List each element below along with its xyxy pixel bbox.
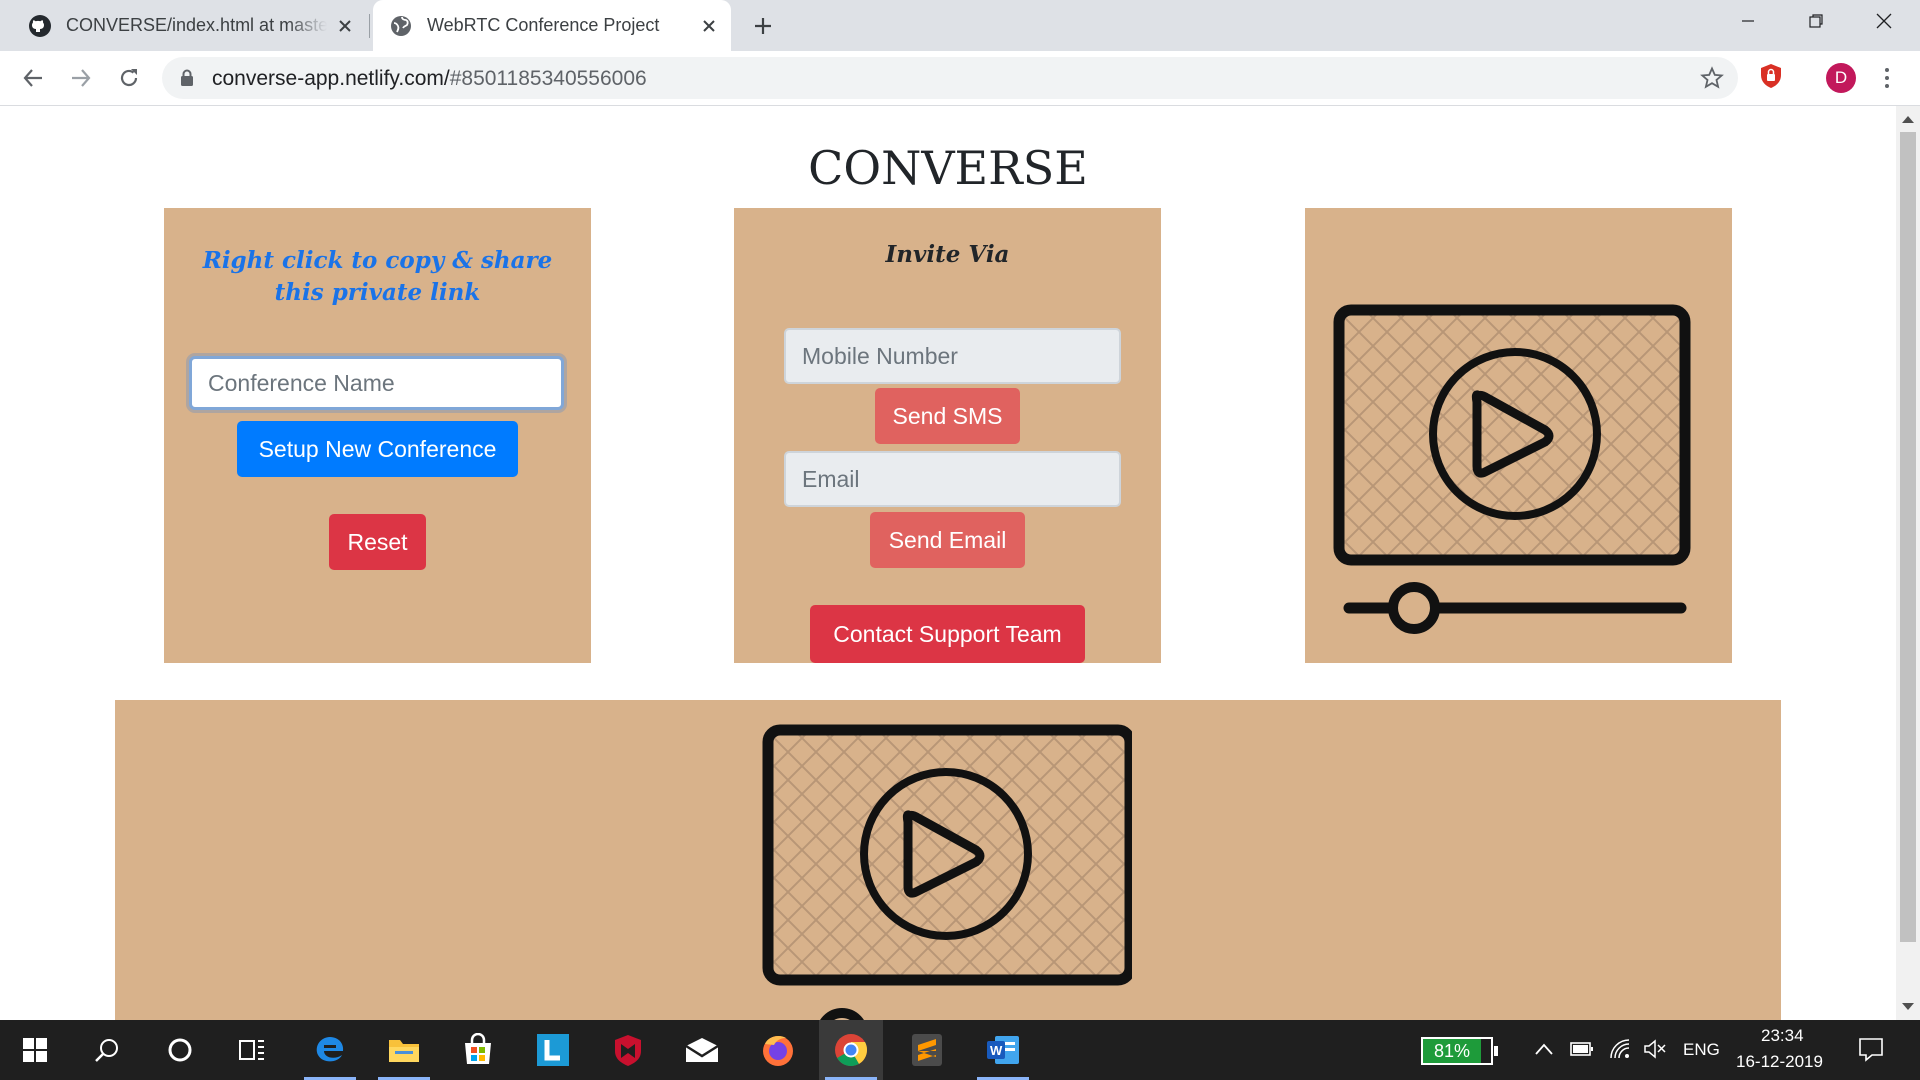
scrollbar-thumb[interactable]: [1900, 132, 1916, 942]
search-icon: [95, 1039, 118, 1062]
page-title: CONVERSE: [808, 141, 1088, 195]
battery-icon[interactable]: [1570, 1041, 1594, 1057]
edge-icon: [316, 1037, 344, 1062]
windows-start-icon: [23, 1038, 47, 1062]
task-view-icon: [239, 1040, 264, 1060]
taskbar-search[interactable]: [75, 1020, 139, 1080]
minimize-icon: [1742, 20, 1754, 22]
profile-avatar[interactable]: D: [1826, 63, 1856, 93]
share-hint-line-2: this private link: [274, 279, 481, 306]
tab-title: CONVERSE/index.html at master: [66, 15, 327, 35]
reset-button[interactable]: Reset: [329, 514, 426, 570]
new-tab-button[interactable]: [746, 9, 780, 43]
browser-menu-icon[interactable]: [1875, 62, 1899, 94]
taskbar-word[interactable]: W: [971, 1020, 1035, 1080]
l-app-icon: [537, 1034, 569, 1066]
mcafee-icon: [615, 1035, 641, 1066]
taskbar-mail[interactable]: [670, 1020, 734, 1080]
battery-percent: 81%: [1423, 1039, 1481, 1063]
address-bar[interactable]: converse-app.netlify.com/#85011853405560…: [162, 57, 1738, 99]
taskbar-l-app[interactable]: [521, 1020, 585, 1080]
microsoft-store-icon: [465, 1033, 491, 1064]
close-window-button[interactable]: [1850, 0, 1918, 42]
reload-icon: [120, 69, 138, 87]
send-email-button[interactable]: Send Email: [870, 512, 1025, 568]
forward-button[interactable]: [60, 57, 102, 99]
invite-panel: Invite Via Send SMS Send Email Contact S…: [734, 208, 1161, 663]
video-player-icon: [762, 724, 1132, 1020]
taskbar-mcafee[interactable]: [596, 1020, 660, 1080]
start-button[interactable]: [3, 1020, 67, 1080]
close-tab-icon[interactable]: [327, 8, 363, 44]
svg-text:W: W: [990, 1043, 1003, 1058]
globe-icon: [391, 15, 411, 36]
scroll-down-icon[interactable]: [1902, 1003, 1914, 1010]
taskbar-chrome[interactable]: [819, 1020, 883, 1080]
word-icon: W: [987, 1036, 1019, 1064]
github-icon: [29, 14, 51, 37]
invite-title: Invite Via: [885, 241, 1010, 268]
tab-github[interactable]: CONVERSE/index.html at master: [12, 0, 367, 51]
mail-icon: [685, 1038, 719, 1062]
taskbar-file-explorer[interactable]: [372, 1020, 436, 1080]
send-sms-button[interactable]: Send SMS: [875, 388, 1020, 444]
clock-date[interactable]: 16-12-2019: [1736, 1052, 1823, 1072]
firefox-icon: [763, 1036, 793, 1066]
scroll-up-icon[interactable]: [1902, 116, 1914, 123]
notification-icon[interactable]: [1858, 1036, 1884, 1062]
url-fragment: #8501185340556006: [449, 67, 647, 90]
arrow-left-icon: [23, 69, 42, 87]
share-link-hint[interactable]: Right click to copy & share this private…: [164, 245, 591, 309]
back-button[interactable]: [12, 57, 54, 99]
tab-webrtc[interactable]: WebRTC Conference Project: [373, 0, 731, 51]
language-indicator[interactable]: ENG: [1683, 1040, 1720, 1060]
chevron-up-icon[interactable]: [1534, 1042, 1554, 1056]
arrow-right-icon: [72, 69, 91, 87]
cortana-icon: [168, 1038, 192, 1062]
contact-support-button[interactable]: Contact Support Team: [810, 605, 1085, 663]
lock-icon: [181, 69, 193, 86]
plus-icon: [755, 18, 771, 34]
close-icon: [1876, 13, 1892, 29]
cortana-button[interactable]: [148, 1020, 212, 1080]
url-text: converse-app.netlify.com/#85011853405560…: [212, 67, 647, 91]
page-scrollbar[interactable]: [1896, 106, 1920, 1020]
taskbar-edge[interactable]: [298, 1020, 362, 1080]
video-player-icon: [1333, 304, 1691, 634]
tab-title: WebRTC Conference Project: [427, 15, 660, 35]
restore-icon: [1809, 14, 1823, 28]
minimize-button[interactable]: [1714, 0, 1782, 42]
taskbar-firefox[interactable]: [746, 1020, 810, 1080]
windows-taskbar: W 81% ENG 23:34 16-12-2019: [0, 1020, 1920, 1080]
url-host: converse-app.netlify.com/: [212, 67, 450, 90]
volume-muted-icon[interactable]: [1643, 1039, 1667, 1059]
email-input[interactable]: [784, 451, 1121, 507]
chrome-icon: [835, 1034, 868, 1067]
restore-button[interactable]: [1782, 0, 1850, 42]
task-view-button[interactable]: [220, 1020, 284, 1080]
mobile-number-input[interactable]: [784, 328, 1121, 384]
share-hint-line-1: Right click to copy & share: [202, 247, 553, 274]
file-explorer-icon: [389, 1040, 419, 1062]
close-tab-icon[interactable]: [691, 8, 727, 44]
wifi-icon[interactable]: [1608, 1038, 1632, 1060]
browser-tab-strip: CONVERSE/index.html at master WebRTC Con…: [0, 0, 1920, 51]
taskbar-sublime[interactable]: [895, 1020, 959, 1080]
bookmark-star-icon[interactable]: [1700, 66, 1724, 90]
clock-time[interactable]: 23:34: [1761, 1026, 1804, 1046]
reload-button[interactable]: [108, 57, 150, 99]
page-viewport: CONVERSE Right click to copy & share thi…: [0, 106, 1896, 1020]
tab-separator: [369, 14, 370, 38]
setup-new-conference-button[interactable]: Setup New Conference: [237, 421, 518, 477]
conference-setup-panel: Right click to copy & share this private…: [164, 208, 591, 663]
remote-video-panel: [115, 700, 1781, 1020]
browser-toolbar: converse-app.netlify.com/#85011853405560…: [0, 51, 1920, 106]
taskbar-store[interactable]: [446, 1020, 510, 1080]
sublime-text-icon: [912, 1034, 942, 1066]
conference-name-input[interactable]: [189, 356, 564, 410]
local-video-panel: [1305, 208, 1732, 663]
battery-indicator[interactable]: 81%: [1421, 1037, 1498, 1065]
shield-extension-icon[interactable]: [1760, 63, 1782, 89]
